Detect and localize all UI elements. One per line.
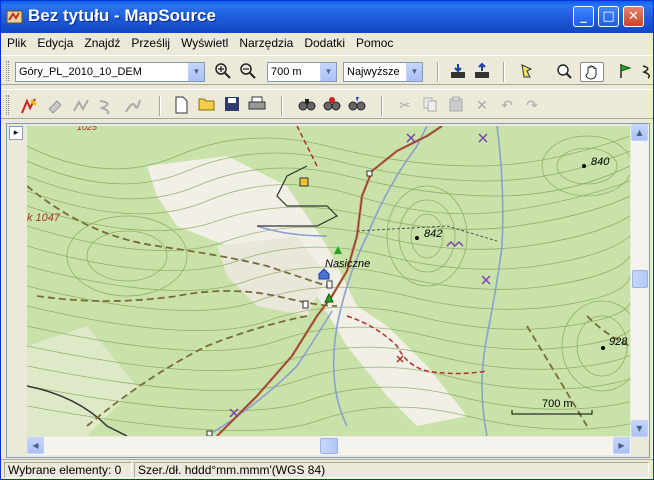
scroll-right-button[interactable]: ▶ <box>613 437 630 454</box>
track-join-icon[interactable] <box>123 96 143 116</box>
zoom-scale-select[interactable]: 700 m ▼ <box>267 62 337 82</box>
map-label-village: Nasiczne <box>325 258 371 270</box>
toolbar-grip[interactable] <box>6 61 9 81</box>
save-icon[interactable] <box>222 96 242 116</box>
toolbar-separator <box>437 62 439 82</box>
zoom-in-icon[interactable] <box>213 62 233 82</box>
menu-pomoc[interactable]: Pomoc <box>356 36 393 50</box>
menu-bar: Plik Edycja Znajdź Prześlij Wyświetl Nar… <box>1 33 653 53</box>
track-erase-icon[interactable] <box>71 96 91 116</box>
expand-sidebar-button[interactable]: ▸ <box>9 126 23 140</box>
undo-icon[interactable]: ↶ <box>497 96 517 116</box>
scroll-down-button[interactable]: ▼ <box>631 420 648 437</box>
print-icon[interactable] <box>247 96 267 116</box>
scroll-left-button[interactable]: ◀ <box>27 437 44 454</box>
menu-wyswietl[interactable]: Wyświetl <box>181 36 228 50</box>
map-view[interactable]: k 1047 Nasiczne 842 840 928 1025 700 m <box>27 126 630 436</box>
menu-dodatki[interactable]: Dodatki <box>304 36 345 50</box>
detail-level-select[interactable]: Najwyższe ▼ <box>343 62 423 82</box>
window-title: Bez tytułu - MapSource <box>28 6 216 25</box>
app-icon <box>6 10 23 24</box>
status-bar: Wybrane elementy: 0 Szer./dł. hddd°mm.mm… <box>1 459 653 479</box>
detail-level-value: Najwyższe <box>347 66 400 78</box>
delete-icon[interactable]: ✕ <box>472 96 492 116</box>
receive-from-device-icon[interactable] <box>448 62 468 82</box>
waypoint-flag-icon[interactable] <box>615 62 635 82</box>
copy-icon[interactable] <box>420 96 440 116</box>
map-panel: ▸ k 1047 Nasiczne 842 840 928 1025 700 m… <box>6 123 650 458</box>
minimize-button[interactable]: _ <box>573 6 594 27</box>
find-nearest-icon[interactable] <box>322 96 342 116</box>
open-folder-icon[interactable] <box>197 96 217 116</box>
redo-icon[interactable]: ↷ <box>522 96 542 116</box>
toolbar-separator <box>381 96 383 116</box>
map-toolbar: Góry_PL_2010_10_DEM ▼ 700 m ▼ Najwyższe … <box>1 55 653 85</box>
menu-znajdz[interactable]: Znajdź <box>84 36 120 50</box>
map-label-elev-840: 840 <box>591 156 610 168</box>
map-product-value: Góry_PL_2010_10_DEM <box>19 66 142 78</box>
mapsource-window: Bez tytułu - MapSource _ □ ✕ Plik Edycja… <box>0 0 654 480</box>
map-product-select[interactable]: Góry_PL_2010_10_DEM ▼ <box>15 62 205 82</box>
zoom-tool-icon[interactable] <box>554 62 574 82</box>
status-coordinate-format: Szer./dł. hddd°mm.mmm'(WGS 84) <box>134 462 649 478</box>
find-icon[interactable] <box>297 96 317 116</box>
eraser-icon[interactable] <box>45 96 65 116</box>
draw-track-icon[interactable] <box>19 96 39 116</box>
track-divide-icon[interactable] <box>97 96 117 116</box>
edit-toolbar: ✂ ✕ ↶ ↷ <box>1 89 653 119</box>
scale-bar-label: 700 m <box>542 398 573 410</box>
new-file-icon[interactable] <box>171 96 191 116</box>
route-tool-icon[interactable] <box>637 62 654 82</box>
maximize-button[interactable]: □ <box>598 6 619 27</box>
menu-narzedzia[interactable]: Narzędzia <box>239 36 293 50</box>
zoom-out-icon[interactable] <box>238 62 258 82</box>
topographic-map[interactable] <box>27 126 630 436</box>
horizontal-scrollbar[interactable]: ◀ ▶ <box>27 437 631 455</box>
menu-plik[interactable]: Plik <box>7 36 26 50</box>
vertical-scrollbar[interactable]: ▲ ▼ <box>631 124 649 437</box>
status-selected-count: Wybrane elementy: 0 <box>4 462 132 478</box>
vertical-scroll-thumb[interactable] <box>632 270 648 288</box>
menu-edycja[interactable]: Edycja <box>37 36 73 50</box>
toolbar-separator <box>503 62 505 82</box>
select-tool-icon[interactable] <box>517 62 537 82</box>
toolbar-separator <box>281 96 283 116</box>
chevron-down-icon[interactable]: ▼ <box>320 63 336 81</box>
menu-przeslij[interactable]: Prześlij <box>131 36 170 50</box>
pan-hand-icon[interactable] <box>580 62 604 82</box>
send-to-device-icon[interactable] <box>472 62 492 82</box>
chevron-down-icon[interactable]: ▼ <box>188 63 204 81</box>
chevron-down-icon[interactable]: ▼ <box>406 63 422 81</box>
toolbar-grip[interactable] <box>6 95 9 115</box>
map-label-elev-842: 842 <box>424 228 443 240</box>
paste-icon[interactable] <box>446 96 466 116</box>
close-button[interactable]: ✕ <box>623 6 644 27</box>
title-bar[interactable]: Bez tytułu - MapSource _ □ ✕ <box>1 1 653 33</box>
toolbar-separator <box>159 96 161 116</box>
find-places-icon[interactable] <box>347 96 367 116</box>
map-label-elev-928: 928 <box>609 336 628 348</box>
map-label-elev-top: 1025 <box>77 126 98 132</box>
zoom-scale-value: 700 m <box>271 66 302 78</box>
horizontal-scroll-thumb[interactable] <box>320 438 338 454</box>
map-label-peak-1047: k 1047 <box>27 212 61 224</box>
scroll-up-button[interactable]: ▲ <box>631 124 648 141</box>
cut-icon[interactable]: ✂ <box>395 96 415 116</box>
